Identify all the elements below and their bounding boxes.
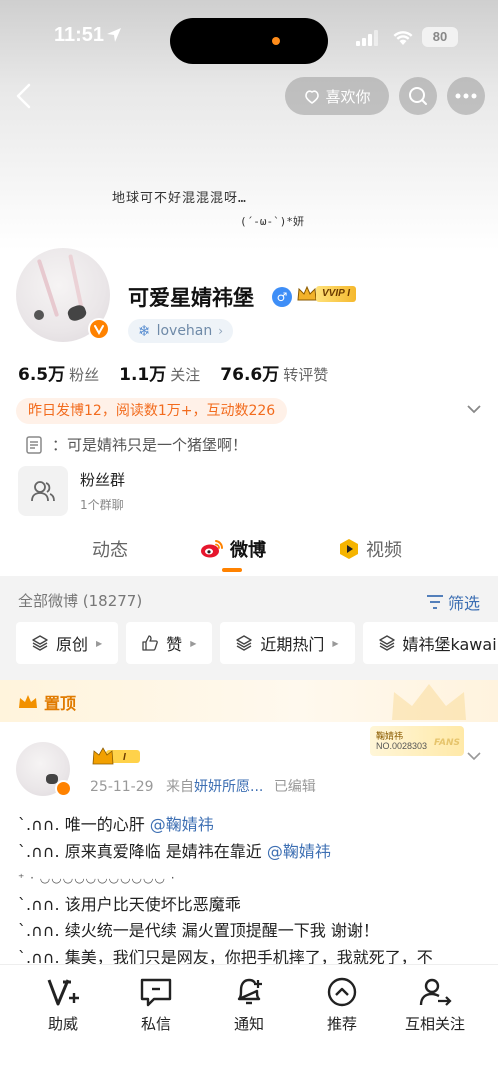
chat-icon — [140, 978, 172, 1007]
tab-dynamic[interactable]: 动态 — [92, 536, 128, 562]
chip-original[interactable]: 原创 ▶ — [16, 622, 119, 664]
nav-mutual-follow[interactable]: 互相关注 — [395, 977, 475, 1034]
thumbs-up-icon — [142, 635, 159, 651]
handle-text: lovehan — [156, 323, 213, 339]
crown-watermark-icon — [392, 684, 466, 720]
v-plus-icon — [47, 979, 79, 1006]
crown-icon — [297, 285, 317, 301]
hand-heart-icon — [305, 90, 320, 104]
chip-recent-hot[interactable]: 近期热门 ▶ — [220, 622, 355, 664]
bottom-navigation: 助威 私信 通知 推荐 互相关注 — [0, 964, 498, 1080]
verified-badge-icon — [88, 318, 110, 340]
cellular-signal-icon — [356, 30, 378, 46]
nav-notifications[interactable]: 通知 — [209, 977, 289, 1034]
weibo-logo-icon — [201, 540, 224, 558]
bio-text: ：可是婧祎只是一个猪堡啊！ — [52, 436, 248, 454]
profile-name: 可爱星婧祎堡 — [128, 286, 254, 310]
post-content: ˋ.∩∩. 唯一的心肝 @鞠婧祎 ˋ.∩∩. 原来真爱降临 是婧祎在靠近 @鞠婧… — [18, 812, 488, 971]
vip-crown-badge-icon: I — [92, 747, 140, 765]
chip-kawai[interactable]: 婧祎堡kawai — [362, 622, 498, 664]
location-arrow-icon — [107, 28, 121, 42]
snowflake-icon: ❄ — [138, 322, 151, 340]
chevron-down-icon[interactable] — [466, 402, 482, 416]
search-button[interactable] — [399, 77, 437, 115]
tab-video[interactable]: 视频 — [338, 536, 402, 562]
mention-link[interactable]: @鞠婧祎 — [267, 842, 331, 861]
fans-card[interactable]: 鞠婧祎 NO.0028303 FANS — [370, 726, 464, 756]
filter-icon — [427, 595, 443, 609]
post-line: ˋ.∩∩. 唯一的心肝 @鞠婧祎 — [18, 815, 214, 834]
user-check-icon — [419, 978, 452, 1006]
more-dots-icon — [455, 93, 477, 99]
filter-button[interactable]: 筛选 — [426, 590, 480, 614]
post-date: 25-11-29 — [90, 779, 154, 795]
back-arrow-icon[interactable] — [12, 82, 36, 110]
chevron-down-icon[interactable] — [466, 750, 482, 762]
post-meta: 25-11-29 来自妍妍所愿... 已编辑 — [90, 776, 316, 796]
tab-weibo[interactable]: 微博 — [200, 536, 266, 562]
like-you-label: 喜欢你 — [325, 87, 371, 106]
cover-handwriting-line1: 地球可不好混混混呀… — [112, 191, 247, 206]
vvip-badge[interactable]: VVIP I — [296, 284, 356, 304]
activity-summary[interactable]: 昨日发博12，阅读数1万+，互动数226 — [16, 398, 288, 424]
search-icon — [409, 87, 427, 105]
post-line-decoration: ⁺ · ◡◡◡◡◡◡◡◡◡◡◡ · — [18, 871, 176, 885]
cover-handwriting-line2: (´-ω-`)*妍 — [240, 215, 304, 228]
nav-cheer[interactable]: 助威 — [23, 977, 103, 1034]
wifi-icon — [393, 31, 413, 45]
status-bar: 11:51 80 — [0, 18, 498, 64]
post-type-chips: 原创 ▶ 赞 ▶ 近期热门 ▶ 婧祎堡kawai — [16, 622, 498, 664]
post-line: ˋ.∩∩. 该用户比天使坏比恶魔乖 — [18, 894, 241, 914]
bell-icon — [237, 978, 262, 1005]
video-play-icon — [340, 539, 358, 559]
battery-indicator: 80 — [422, 27, 458, 47]
nav-messages[interactable]: 私信 — [116, 977, 196, 1034]
fans-group-title: 粉丝群 — [80, 471, 126, 489]
post-verified-badge-icon — [55, 780, 72, 797]
dynamic-island — [170, 18, 328, 64]
stat-followers[interactable]: 6.5万 粉丝 — [18, 360, 99, 385]
all-posts-count: 全部微博 (18277) — [18, 592, 143, 610]
crown-icon — [19, 695, 37, 708]
post-line: ˋ.∩∩. 原来真爱降临 是婧祎在靠近 @鞠婧祎 — [18, 841, 331, 861]
chip-likes[interactable]: 赞 ▶ — [126, 622, 213, 664]
group-icon — [18, 466, 68, 516]
pinned-label: 置顶 — [18, 690, 76, 714]
layers-icon — [378, 635, 395, 651]
active-tab-indicator — [222, 568, 242, 572]
up-circle-icon — [327, 977, 357, 1007]
document-icon — [26, 435, 42, 454]
more-button[interactable] — [447, 77, 485, 115]
like-you-button[interactable]: 喜欢你 — [285, 77, 389, 115]
profile-stats: 6.5万 粉丝 1.1万 关注 76.6万 转评赞 — [18, 360, 328, 385]
post-source-link[interactable]: 妍妍所愿... — [194, 779, 263, 795]
layers-icon — [236, 635, 253, 651]
bio: ：可是婧祎只是一个猪堡啊！ — [26, 434, 247, 455]
post-source-prefix: 来自 — [166, 779, 194, 795]
layers-icon — [32, 635, 48, 651]
stat-following[interactable]: 1.1万 关注 — [119, 360, 200, 385]
status-time: 11:51 — [54, 24, 105, 46]
stat-interactions[interactable]: 76.6万 转评赞 — [220, 360, 328, 385]
pinned-banner: 置顶 — [0, 680, 498, 722]
post-line: ˋ.∩∩. 续火统一是代续 漏火置顶提醒一下我 谢谢！ — [18, 921, 379, 940]
nav-recommend[interactable]: 推荐 — [302, 977, 382, 1034]
vvip-label: VVIP I — [316, 286, 356, 302]
fans-group-subtitle: 1个群聊 — [80, 498, 124, 512]
mention-link[interactable]: @鞠婧祎 — [150, 815, 214, 834]
profile-tabs: 动态 微博 视频 — [0, 530, 498, 576]
chevron-right-icon: › — [218, 324, 224, 338]
handle-pill[interactable]: ❄ lovehan › — [128, 319, 234, 343]
svg-text:I: I — [123, 752, 126, 763]
post-edited: 已编辑 — [273, 779, 316, 795]
fans-group[interactable]: 粉丝群 1个群聊 — [18, 466, 125, 516]
male-gender-icon: ♂ — [272, 287, 292, 307]
